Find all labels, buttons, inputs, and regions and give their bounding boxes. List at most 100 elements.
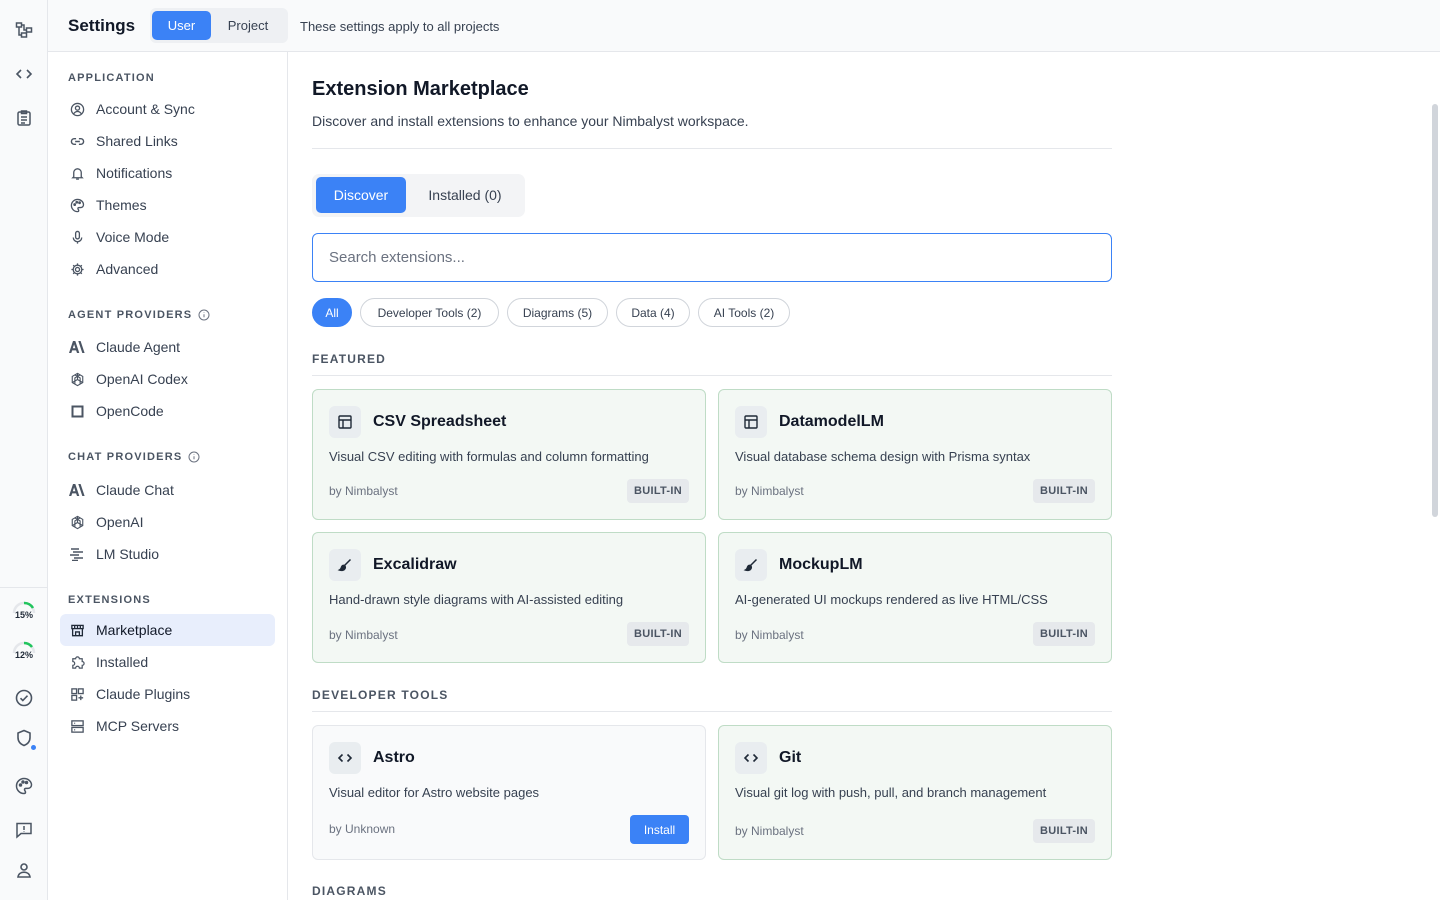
extension-author: by Nimbalyst <box>735 484 804 498</box>
built-in-badge: BUILT-IN <box>1032 479 1095 503</box>
filter-chip-all[interactable]: All <box>312 298 352 327</box>
sidebar-item-marketplace[interactable]: Marketplace <box>60 614 275 646</box>
account-icon <box>69 101 85 117</box>
built-in-badge: BUILT-IN <box>1032 622 1095 646</box>
usage-indicator-2[interactable]: 12% <box>8 640 40 668</box>
sidebar-item-mcp-servers[interactable]: MCP Servers <box>60 710 275 742</box>
sidebar-item-openai[interactable]: OpenAI <box>60 506 275 538</box>
rail-divider <box>0 587 47 588</box>
sidebar-item-claude-agent[interactable]: Claude Agent <box>60 331 275 363</box>
extension-description: Hand-drawn style diagrams with AI-assist… <box>329 592 624 607</box>
extension-card-git[interactable]: Git Visual git log with push, pull, and … <box>718 725 1112 860</box>
sidebar-item-shared-links[interactable]: Shared Links <box>60 125 275 157</box>
notification-dot <box>31 745 36 750</box>
tab-installed[interactable]: Installed (0) <box>412 177 518 213</box>
extension-author: by Nimbalyst <box>735 628 804 642</box>
extension-card-csv-spreadsheet[interactable]: CSV Spreadsheet Visual CSV editing with … <box>312 389 706 520</box>
filter-chip-diagrams[interactable]: Diagrams (5) <box>507 298 608 327</box>
table-icon <box>735 406 767 438</box>
square-icon <box>69 403 85 419</box>
code-icon <box>329 742 361 774</box>
extension-name: MockupLM <box>779 556 863 573</box>
extension-card-mockuplm[interactable]: MockupLM AI-generated UI mockups rendere… <box>718 532 1112 663</box>
gear-icon <box>69 261 85 277</box>
info-icon[interactable] <box>188 451 200 463</box>
extension-name: CSV Spreadsheet <box>373 413 507 430</box>
tab-discover[interactable]: Discover <box>316 177 406 213</box>
flow-icon[interactable] <box>12 18 36 42</box>
sidebar-item-voice-mode[interactable]: Voice Mode <box>60 221 275 253</box>
filter-chip-data[interactable]: Data (4) <box>616 298 690 327</box>
table-icon <box>329 406 361 438</box>
section-divider <box>312 375 1112 376</box>
filter-chip-developer-tools[interactable]: Developer Tools (2) <box>360 298 499 327</box>
search-input[interactable] <box>312 233 1112 282</box>
server-icon <box>69 718 85 734</box>
store-icon <box>69 622 85 638</box>
scrollbar[interactable] <box>1432 104 1438 517</box>
extension-name: Git <box>779 749 802 766</box>
extension-card-astro[interactable]: Astro Visual editor for Astro website pa… <box>312 725 706 860</box>
scope-project-button[interactable]: Project <box>215 11 281 40</box>
marketplace-description: Discover and install extensions to enhan… <box>312 113 749 129</box>
scope-user-button[interactable]: User <box>152 11 211 40</box>
sidebar-item-openai-codex[interactable]: OpenAI Codex <box>60 363 275 395</box>
extension-description: Visual CSV editing with formulas and col… <box>329 449 649 464</box>
marketplace-tabs: Discover Installed (0) <box>312 174 525 217</box>
palette-icon <box>69 197 85 213</box>
openai-icon <box>69 371 85 387</box>
extension-card-excalidraw[interactable]: Excalidraw Hand-drawn style diagrams wit… <box>312 532 706 663</box>
usage-percent: 15% <box>14 610 33 620</box>
info-icon[interactable] <box>198 309 210 321</box>
clipboard-icon[interactable] <box>12 106 36 130</box>
user-icon[interactable] <box>12 858 36 882</box>
sidebar-item-lm-studio[interactable]: LM Studio <box>60 538 275 570</box>
openai-icon <box>69 514 85 530</box>
sidebar-item-opencode[interactable]: OpenCode <box>60 395 275 427</box>
extension-author: by Nimbalyst <box>329 628 398 642</box>
extension-name: Astro <box>373 749 415 766</box>
code-icon <box>735 742 767 774</box>
sidebar-item-notifications[interactable]: Notifications <box>60 157 275 189</box>
code-icon[interactable] <box>12 62 36 86</box>
sidebar-item-installed[interactable]: Installed <box>60 646 275 678</box>
palette-icon[interactable] <box>12 774 36 798</box>
anthropic-icon <box>69 339 85 355</box>
sidebar-item-account-sync[interactable]: Account & Sync <box>60 93 275 125</box>
sidebar-item-claude-plugins[interactable]: Claude Plugins <box>60 678 275 710</box>
sidebar-item-advanced[interactable]: Advanced <box>60 253 275 285</box>
mic-icon <box>69 229 85 245</box>
anthropic-icon <box>69 482 85 498</box>
usage-percent: 12% <box>14 650 33 660</box>
built-in-badge: BUILT-IN <box>626 479 689 503</box>
grid-plus-icon <box>69 686 85 702</box>
marketplace-title: Extension Marketplace <box>312 78 529 100</box>
marketplace-main: Extension Marketplace Discover and insta… <box>288 52 1440 900</box>
section-developer-tools: DEVELOPER TOOLS <box>312 688 449 702</box>
sidebar-item-themes[interactable]: Themes <box>60 189 275 221</box>
filter-chip-ai-tools[interactable]: AI Tools (2) <box>698 298 790 327</box>
extension-description: Visual editor for Astro website pages <box>329 785 540 800</box>
divider <box>312 148 1112 149</box>
section-diagrams: DIAGRAMS <box>312 884 387 898</box>
section-divider <box>312 711 1112 712</box>
scope-toggle: User Project <box>150 8 288 43</box>
extension-description: Visual database schema design with Prism… <box>735 449 1031 464</box>
built-in-badge: BUILT-IN <box>626 622 689 646</box>
extension-description: Visual git log with push, pull, and bran… <box>735 785 1047 800</box>
extension-card-datamodellm[interactable]: DatamodelLM Visual database schema desig… <box>718 389 1112 520</box>
extension-name: Excalidraw <box>373 556 457 573</box>
brush-icon <box>329 549 361 581</box>
activity-rail: 15% 12% <box>0 0 48 900</box>
section-chat-providers: CHAT PROVIDERS <box>68 451 200 463</box>
usage-indicator-1[interactable]: 15% <box>8 600 40 628</box>
link-icon <box>69 133 85 149</box>
check-circle-icon[interactable] <box>12 686 36 710</box>
lmstudio-icon <box>69 546 85 562</box>
extension-author: by Unknown <box>329 822 396 836</box>
install-button[interactable]: Install <box>630 815 689 844</box>
section-extensions: EXTENSIONS <box>68 594 151 606</box>
sidebar-item-claude-chat[interactable]: Claude Chat <box>60 474 275 506</box>
section-agent-providers: AGENT PROVIDERS <box>68 309 210 321</box>
feedback-icon[interactable] <box>12 818 36 842</box>
